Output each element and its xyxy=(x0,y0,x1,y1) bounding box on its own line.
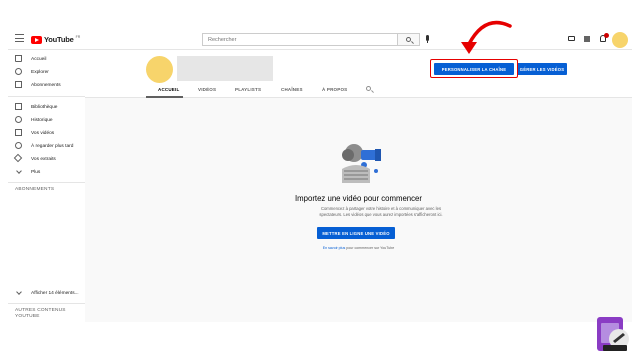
sidebar-item-label: Plus xyxy=(31,169,41,175)
explore-icon xyxy=(15,68,22,75)
chevron-down-icon xyxy=(16,289,22,295)
home-icon xyxy=(15,55,22,62)
divider xyxy=(8,303,85,304)
clips-icon xyxy=(13,153,23,163)
sidebar: Accueil Explorer Abonnements Bibliothèqu… xyxy=(8,51,85,322)
notification-badge xyxy=(604,33,609,38)
sidebar-item-watch-later[interactable]: À regarder plus tard xyxy=(8,140,85,152)
masthead: YouTube FR xyxy=(8,30,632,50)
apps-grid-icon[interactable] xyxy=(584,36,590,42)
microphone-icon[interactable] xyxy=(426,35,429,43)
tab-playlists[interactable]: PLAYLISTS xyxy=(235,87,261,92)
channel-search-icon[interactable] xyxy=(366,86,371,91)
sidebar-item-clips[interactable]: Vos extraits xyxy=(8,153,85,165)
sidebar-item-more[interactable]: Plus xyxy=(8,166,85,178)
subscriptions-section-title: ABONNEMENTS xyxy=(15,187,55,192)
youtube-logo[interactable]: YouTube FR xyxy=(31,35,80,44)
sidebar-item-label: Vos vidéos xyxy=(31,130,55,136)
channel-avatar[interactable] xyxy=(146,56,173,83)
empty-state-title: Importez une vidéo pour commencer xyxy=(295,194,422,203)
screen: YouTube FR Accueil Explorer Abonnements xyxy=(0,0,640,358)
sidebar-item-history[interactable]: Historique xyxy=(8,114,85,126)
active-tab-indicator xyxy=(146,96,183,98)
chevron-down-icon xyxy=(16,168,22,174)
tab-videos[interactable]: VIDÉOS xyxy=(198,87,216,92)
sidebar-item-label: Explorer xyxy=(31,69,49,75)
create-video-icon[interactable] xyxy=(568,36,575,41)
main-content: PERSONNALISER LA CHAÎNE GÉRER LES VIDÉOS… xyxy=(85,51,632,322)
upload-illustration xyxy=(342,144,381,183)
sidebar-item-library[interactable]: Bibliothèque xyxy=(8,101,85,113)
account-avatar[interactable] xyxy=(612,32,628,48)
your-videos-icon xyxy=(15,129,22,136)
sidebar-item-label: Vos extraits xyxy=(31,156,56,162)
more-content-section-title: AUTRES CONTENUS YOUTUBE xyxy=(15,308,66,319)
logo-text: YouTube xyxy=(44,35,74,44)
search-bar xyxy=(202,33,420,46)
sidebar-item-label: Afficher 14 éléments... xyxy=(31,290,79,296)
youtube-play-icon xyxy=(31,35,42,44)
history-icon xyxy=(15,116,22,123)
sidebar-item-label: Abonnements xyxy=(31,82,61,88)
empty-state-description: Commencez à partager votre histoire et à… xyxy=(319,206,443,217)
channel-name-placeholder xyxy=(177,56,273,81)
sidebar-item-explore[interactable]: Explorer xyxy=(8,66,85,78)
learn-more-suffix: pour commencer sur YouTube xyxy=(345,246,395,250)
tab-home[interactable]: ACCUEIL xyxy=(158,87,179,92)
highlight-box xyxy=(430,59,518,78)
site-watermark-logo xyxy=(597,317,629,351)
hamburger-menu-icon[interactable] xyxy=(15,34,24,42)
sidebar-item-label: Historique xyxy=(31,117,53,123)
sidebar-show-more[interactable]: Afficher 14 éléments... xyxy=(8,287,85,299)
learn-more-text: En savoir plus pour commencer sur YouTub… xyxy=(85,246,632,250)
divider xyxy=(8,182,85,183)
watch-later-icon xyxy=(15,142,22,149)
channel-header: PERSONNALISER LA CHAÎNE GÉRER LES VIDÉOS… xyxy=(85,51,632,98)
logo-country-code: FR xyxy=(75,34,81,39)
upload-video-button[interactable]: METTRE EN LIGNE UNE VIDÉO xyxy=(317,227,395,239)
subscriptions-icon xyxy=(15,81,22,88)
sidebar-item-label: Bibliothèque xyxy=(31,104,58,110)
tab-about[interactable]: À PROPOS xyxy=(322,87,347,92)
search-input[interactable] xyxy=(202,33,397,46)
library-icon xyxy=(15,103,22,110)
search-button[interactable] xyxy=(397,33,420,46)
sidebar-item-your-videos[interactable]: Vos vidéos xyxy=(8,127,85,139)
sidebar-item-label: Accueil xyxy=(31,56,47,62)
tab-channels[interactable]: CHAÎNES xyxy=(281,87,303,92)
learn-more-link[interactable]: En savoir plus xyxy=(323,246,346,250)
search-icon xyxy=(406,36,411,42)
manage-videos-button[interactable]: GÉRER LES VIDÉOS xyxy=(517,63,567,75)
sidebar-item-home[interactable]: Accueil xyxy=(8,53,85,65)
sidebar-item-subscriptions[interactable]: Abonnements xyxy=(8,79,85,91)
sidebar-item-label: À regarder plus tard xyxy=(31,143,74,149)
divider xyxy=(8,96,85,97)
annotation-arrow xyxy=(461,20,512,54)
